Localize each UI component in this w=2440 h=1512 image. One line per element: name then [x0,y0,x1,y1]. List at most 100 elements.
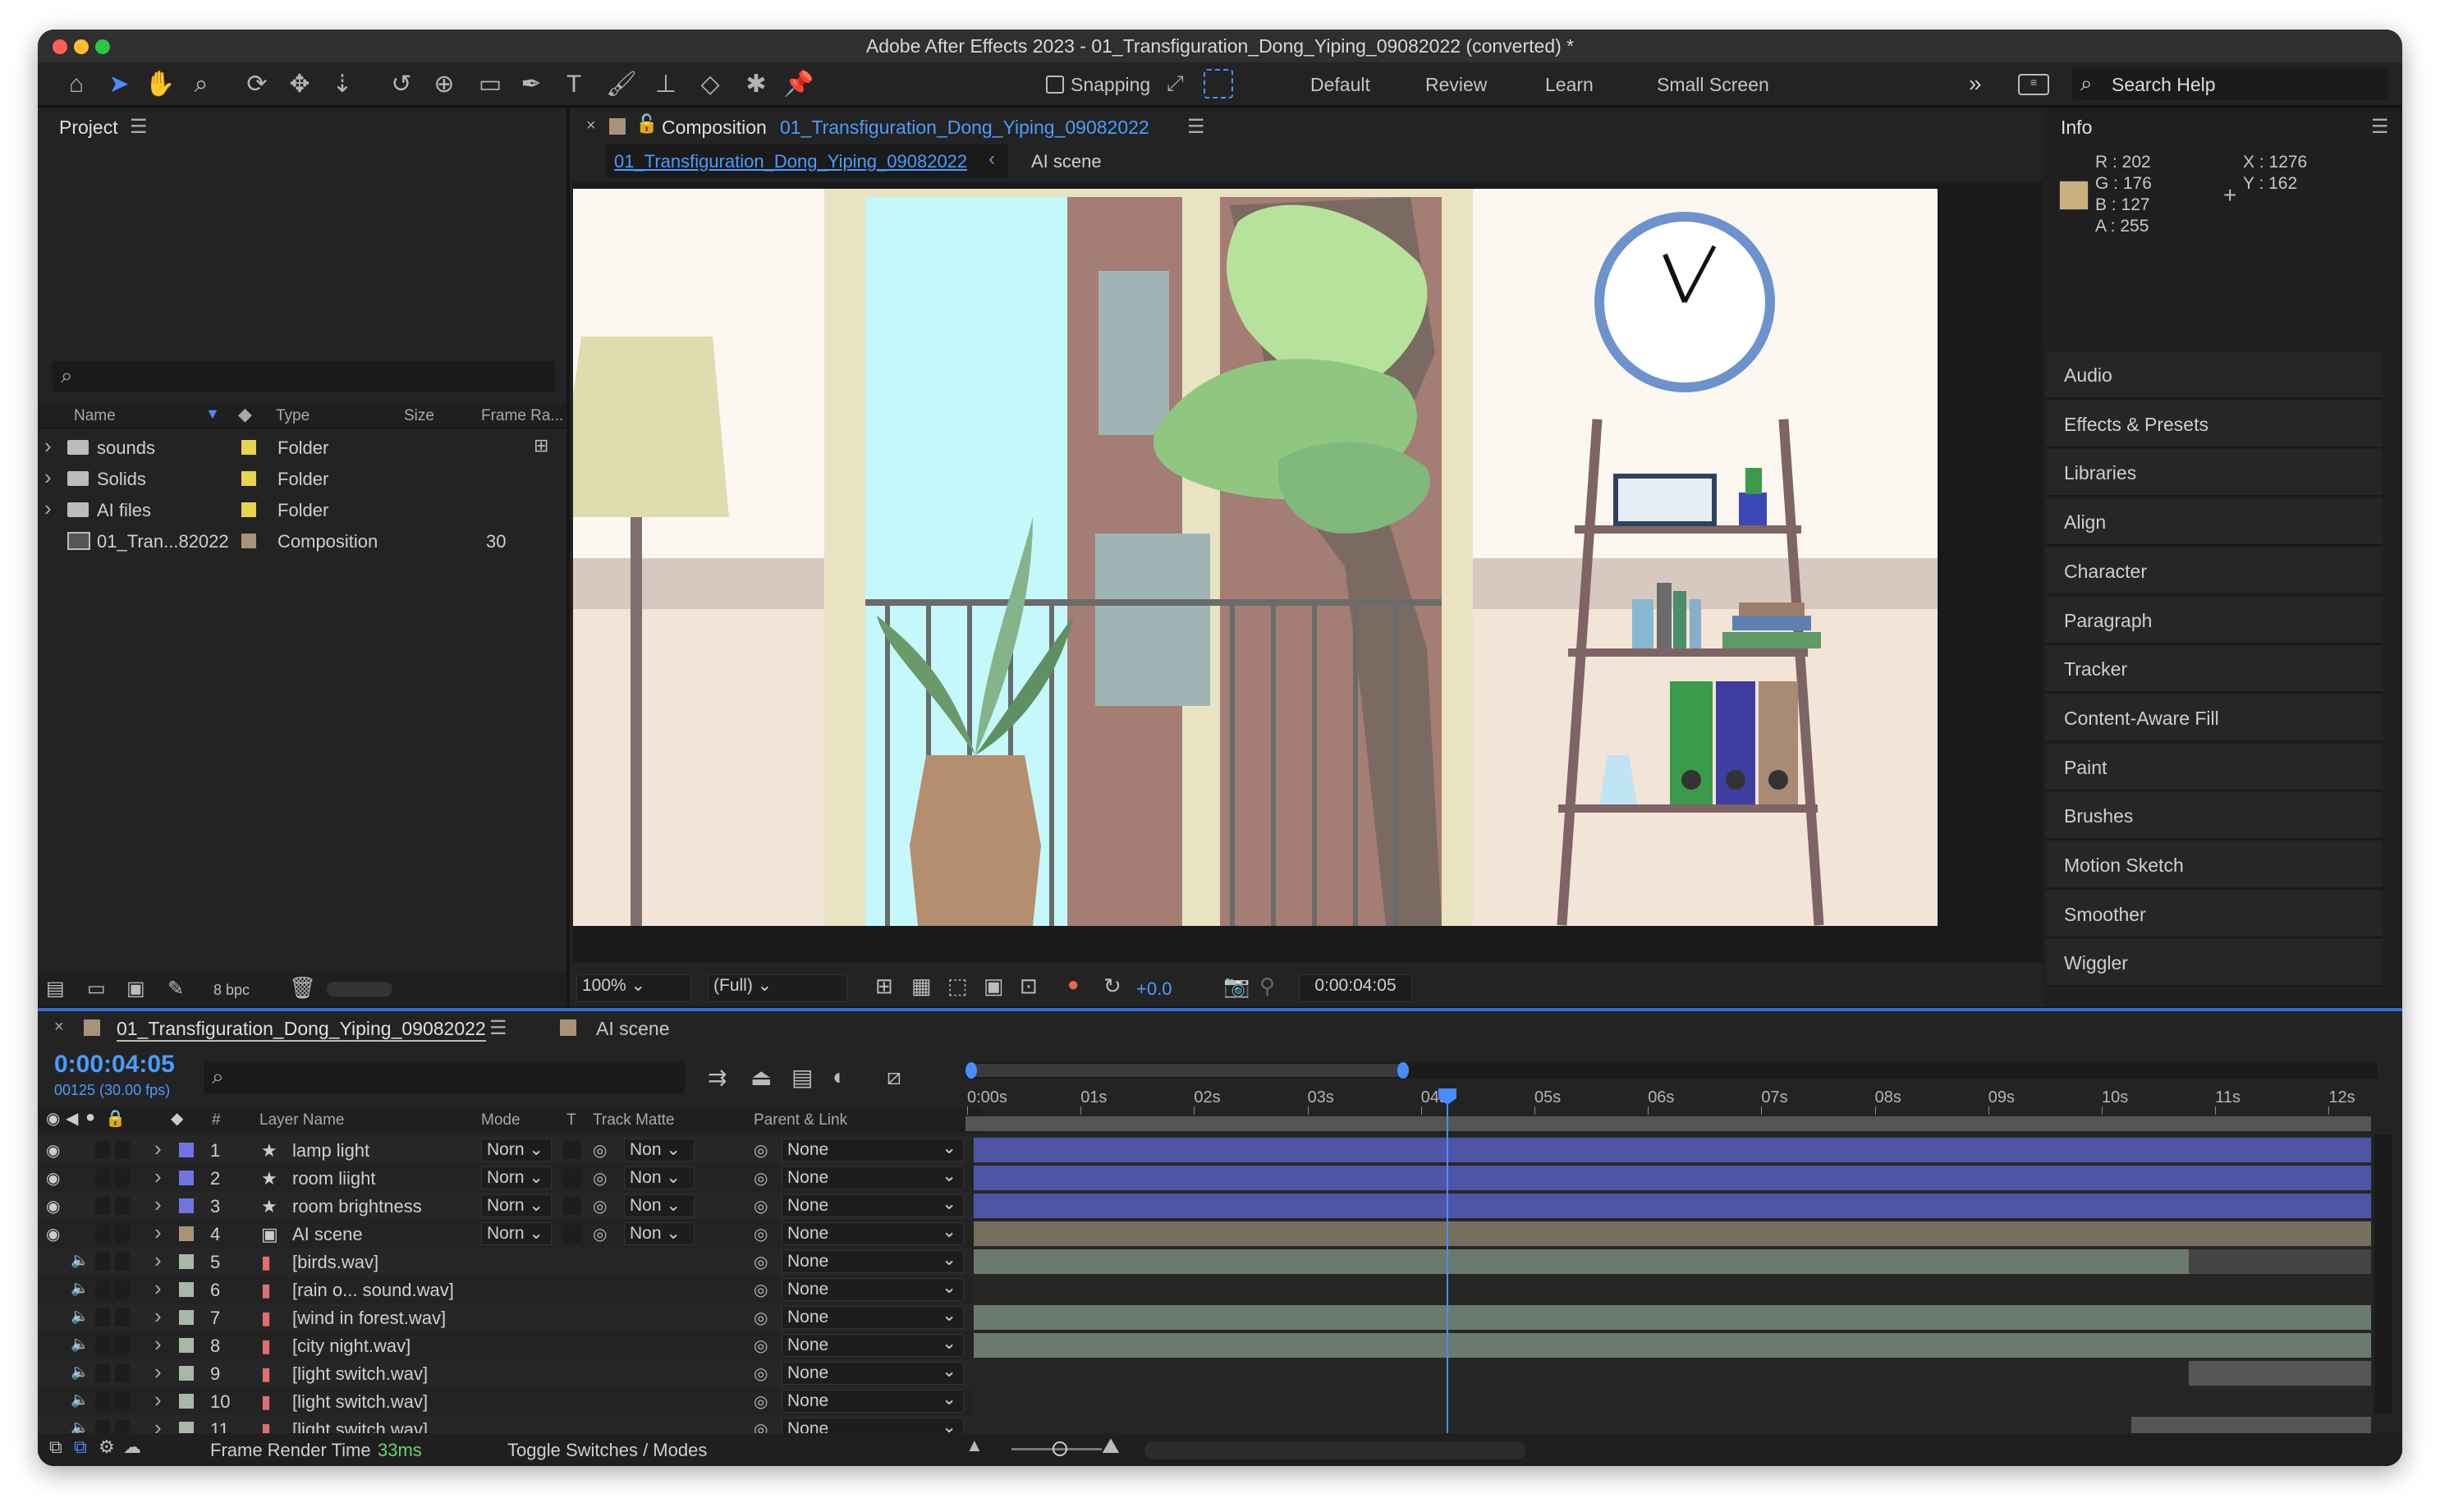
solo-box[interactable] [95,1308,110,1326]
parent-pick-whip-icon[interactable]: ◎ [754,1168,768,1189]
comp-mini-icon[interactable]: ⧉ [49,1436,62,1458]
lock-box[interactable] [115,1225,130,1243]
speaker-icon[interactable]: 🔈 [71,1391,89,1409]
label-color-swatch[interactable] [179,1282,194,1297]
panel-content-aware-fill[interactable]: Content-Aware Fill [2046,694,2383,742]
panel-motion-sketch[interactable]: Motion Sketch [2046,841,2383,889]
zoom-in-icon[interactable]: ⛰ [1102,1433,1120,1459]
sort-chevron-icon[interactable]: ▼ [205,405,220,423]
column-type[interactable]: Type [276,407,310,425]
chevron-right-icon[interactable]: › [154,1192,162,1217]
layer-name[interactable]: [city night.wav] [292,1336,410,1357]
label-color-swatch[interactable] [241,502,256,517]
chevron-right-icon[interactable]: › [154,1304,162,1329]
layer-name[interactable]: AI scene [292,1224,363,1245]
new-folder-icon[interactable]: ▭ [87,977,106,1001]
label-color-swatch[interactable] [241,471,256,486]
eye-icon[interactable]: ◉ [46,1168,60,1189]
solo-box[interactable] [95,1364,110,1382]
parent-pick-whip-icon[interactable]: ◎ [754,1224,768,1244]
label-color-swatch[interactable] [179,1310,194,1325]
parent-pick-whip-icon[interactable]: ◎ [754,1363,768,1384]
rectangle-tool-icon[interactable]: ▭ [475,69,506,100]
speaker-icon[interactable]: 🔈 [71,1280,89,1297]
parent-pick-whip-icon[interactable]: ◎ [754,1280,768,1300]
layer-row[interactable]: ◉ › 1 ★ lamp light Norn ⌄ ◎ Non ⌄ ◎ None ⌄ [38,1136,982,1164]
label-color-swatch[interactable] [179,1254,194,1269]
zoom-out-icon[interactable]: ▲ [965,1435,984,1456]
zoom-window-button[interactable] [95,39,110,54]
chevron-right-icon[interactable]: › [154,1248,162,1273]
layer-row[interactable]: ◉ › 4 ▣ AI scene Norn ⌄ ◎ Non ⌄ ◎ None ⌄ [38,1220,982,1248]
panel-paint[interactable]: Paint [2046,743,2383,791]
panel-menu-icon[interactable]: ☰ [2371,115,2389,139]
motion-icon[interactable]: ☁ [123,1436,141,1458]
layer-duration-bar[interactable] [974,1305,2371,1330]
layer-duration-bar[interactable] [2189,1361,2371,1386]
layer-duration-bar[interactable] [974,1194,2371,1218]
pan-behind-icon[interactable]: ⊕ [429,69,460,100]
layer-name[interactable]: [light switch.wav] [292,1363,428,1385]
workspace-learn[interactable]: Learn [1545,62,1594,107]
orbit-camera-icon[interactable]: ⟳ [241,69,273,100]
workspace-review[interactable]: Review [1425,62,1487,107]
layer-row[interactable]: 🔈 › 8 ▮ [city night.wav] ◎ None ⌄ [38,1331,982,1359]
transparency-grid-icon[interactable]: ▦ [911,974,932,999]
preserve-transparency-box[interactable] [563,1141,581,1159]
layer-name[interactable]: [light switch.wav] [292,1391,428,1413]
guides-icon[interactable]: ⊡ [1020,974,1038,999]
layer-duration-bar[interactable] [974,1333,2371,1358]
parent-dropdown[interactable]: None ⌄ [782,1222,964,1245]
layer-duration-bar[interactable] [974,1249,2189,1274]
panel-menu-icon[interactable]: ☰ [130,115,148,139]
snapshot-icon[interactable]: 📷 [1223,974,1250,999]
pick-whip-icon[interactable]: ◎ [593,1224,607,1244]
parent-dropdown[interactable]: None ⌄ [782,1250,964,1273]
label-color-swatch[interactable] [179,1171,194,1185]
column-size[interactable]: Size [404,407,434,425]
layer-name[interactable]: [birds.wav] [292,1252,378,1273]
thumbnail-slider[interactable] [327,982,392,997]
panel-paragraph[interactable]: Paragraph [2046,596,2383,644]
reset-exposure-icon[interactable]: ↻ [1103,974,1121,999]
track-matte-dropdown[interactable]: Non ⌄ [624,1139,695,1161]
eye-icon[interactable]: ◉ [46,1224,60,1244]
column-frame-rate[interactable]: Frame Ra... [481,407,563,425]
lock-box[interactable] [115,1281,130,1299]
project-item[interactable]: › sounds Folder [38,432,563,463]
speaker-icon[interactable]: 🔈 [71,1363,89,1381]
layer-duration-bar[interactable] [974,1138,2371,1162]
current-time-indicator[interactable] [1447,1090,1448,1466]
layer-name[interactable]: room brightness [292,1196,422,1217]
solo-box[interactable] [95,1225,110,1243]
label-color-swatch[interactable] [179,1226,194,1241]
mode-dropdown[interactable]: Norn ⌄ [481,1139,552,1161]
disclosure-chevron-icon[interactable]: › [44,465,52,490]
workspace-default[interactable]: Default [1310,62,1370,107]
track-matte-dropdown[interactable]: Non ⌄ [624,1166,695,1189]
parent-pick-whip-icon[interactable]: ◎ [754,1252,768,1272]
viewer-timecode[interactable]: 0:00:04:05 [1299,974,1412,1002]
chevron-right-icon[interactable]: › [154,1387,162,1413]
parent-dropdown[interactable]: None ⌄ [782,1334,964,1357]
solo-box[interactable] [95,1392,110,1410]
expand-icon[interactable]: ⧉ [74,1436,87,1458]
parent-dropdown[interactable]: None ⌄ [782,1390,964,1413]
layer-row[interactable]: 🔈 › 7 ▮ [wind in forest.wav] ◎ None ⌄ [38,1304,982,1331]
home-icon[interactable]: ⌂ [61,69,92,100]
toggle-switches-button[interactable]: Toggle Switches / Modes [507,1440,707,1461]
comp-artwork[interactable] [573,189,1938,926]
layer-row[interactable]: 🔈 › 5 ▮ [birds.wav] ◎ None ⌄ [38,1248,982,1276]
panel-tracker[interactable]: Tracker [2046,645,2383,694]
chevron-right-icon[interactable]: › [154,1276,162,1301]
layer-name[interactable]: [wind in forest.wav] [292,1308,446,1329]
pick-whip-icon[interactable]: ◎ [593,1140,607,1161]
parent-dropdown[interactable]: None ⌄ [782,1139,964,1161]
panel-character[interactable]: Character [2046,547,2383,595]
track-matte-dropdown[interactable]: Non ⌄ [624,1194,695,1217]
panel-audio[interactable]: Audio [2046,351,2383,399]
lock-box[interactable] [115,1197,130,1215]
parent-pick-whip-icon[interactable]: ◎ [754,1140,768,1161]
project-search-input[interactable]: ⌕ [53,361,555,392]
layer-row[interactable]: ◉ › 3 ★ room brightness Norn ⌄ ◎ Non ⌄ ◎ None ⌄ [38,1192,982,1220]
